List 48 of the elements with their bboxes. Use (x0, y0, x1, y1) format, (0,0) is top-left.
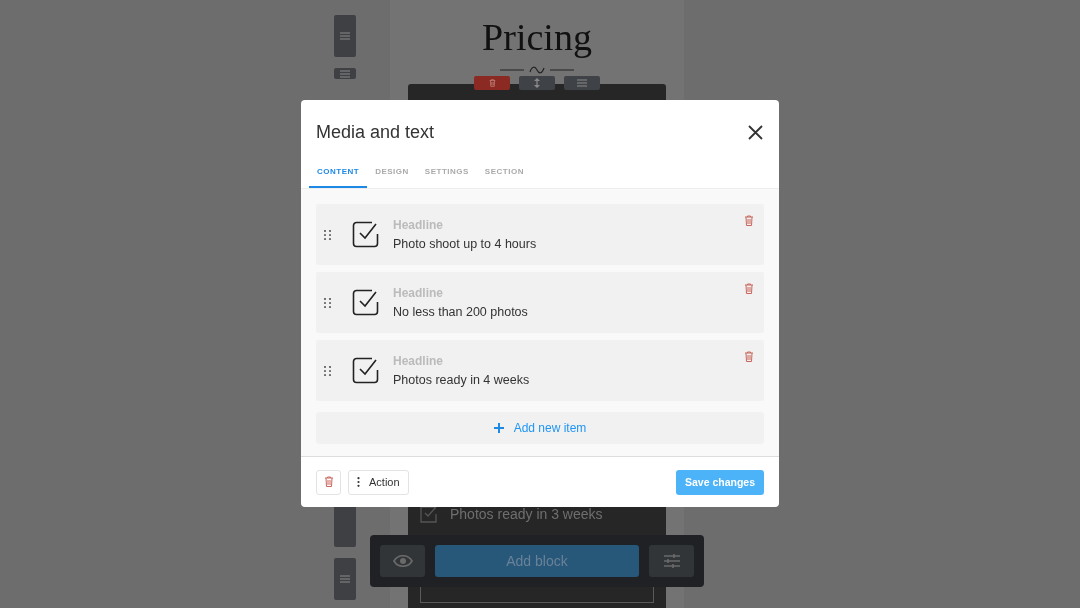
plus-icon (493, 423, 504, 433)
delete-button[interactable] (474, 76, 510, 90)
action-button[interactable]: Action (348, 469, 409, 495)
trash-icon (323, 476, 334, 488)
close-button[interactable] (748, 125, 763, 140)
item-text[interactable]: Photo shoot up to 4 hours (393, 237, 537, 251)
add-block-button[interactable]: Add block (435, 545, 639, 577)
delete-button[interactable] (744, 215, 754, 227)
checkbox[interactable] (352, 289, 379, 316)
menu-icon (577, 79, 587, 87)
sidebar-button[interactable] (334, 504, 356, 547)
eye-icon (392, 555, 413, 567)
sliders-icon (663, 554, 680, 568)
dialog-title: Media and text (316, 122, 435, 143)
menu-button[interactable] (334, 15, 356, 57)
save-button[interactable]: Save changes (675, 469, 764, 495)
menu-button[interactable] (334, 558, 356, 600)
drag-handle-icon[interactable] (323, 297, 331, 308)
settings-button[interactable] (649, 545, 694, 577)
vertical-arrows-icon (534, 78, 540, 88)
kebab-icon (357, 477, 360, 487)
move-button[interactable] (519, 76, 555, 90)
drag-handle-icon[interactable] (323, 365, 331, 376)
delete-button[interactable] (744, 283, 754, 295)
menu-icon (340, 32, 350, 40)
menu-icon (340, 69, 350, 78)
item-text[interactable]: No less than 200 photos (393, 305, 528, 319)
trash-icon (744, 215, 754, 227)
item-text[interactable]: Photos ready in 4 weeks (393, 373, 530, 387)
checkbox[interactable] (352, 357, 379, 384)
menu-icon (340, 575, 350, 583)
close-icon (748, 125, 763, 140)
preview-button[interactable] (380, 545, 425, 577)
menu-button[interactable] (334, 68, 356, 79)
tab[interactable]: DESIGN (367, 159, 417, 188)
checkbox[interactable] (352, 221, 379, 248)
add-item-button[interactable]: Add new item (316, 412, 764, 444)
tab[interactable]: SECTION (476, 159, 532, 188)
delete-button[interactable] (744, 351, 754, 363)
page-heading: Pricing (482, 16, 592, 58)
checkbox-icon (420, 505, 438, 523)
trash-icon (488, 78, 496, 87)
trash-icon (744, 283, 754, 295)
block-item-text: Photos ready in 3 weeks (450, 506, 603, 522)
trash-icon (744, 351, 754, 363)
tab[interactable]: SETTINGS (416, 159, 477, 188)
menu-button[interactable] (564, 76, 600, 90)
drag-handle-icon[interactable] (323, 229, 331, 240)
